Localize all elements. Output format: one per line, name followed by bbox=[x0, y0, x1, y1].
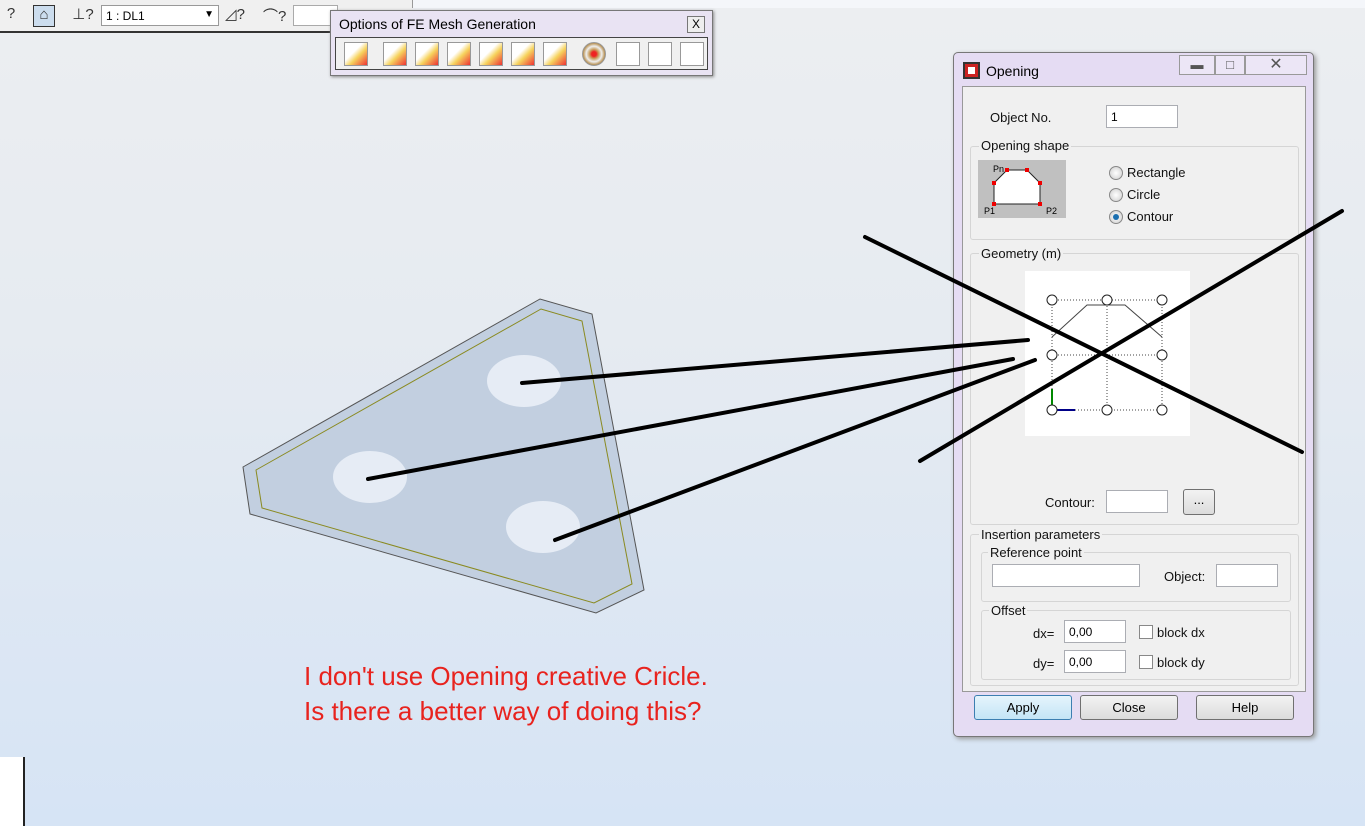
grid-select-3-icon[interactable] bbox=[680, 42, 704, 66]
dy-input[interactable]: 0,00 bbox=[1064, 650, 1126, 673]
dialog-panel: Object No. 1 Opening shape Pn P1 P2 Rect… bbox=[962, 86, 1306, 692]
circular-hole bbox=[333, 451, 407, 503]
unlock-mesh-icon[interactable] bbox=[479, 42, 503, 66]
rectangle-label: Rectangle bbox=[1127, 165, 1186, 180]
dx-label: dx= bbox=[1033, 626, 1055, 641]
annotation-line-2: Is there a better way of doing this? bbox=[304, 696, 702, 726]
mesh-color-icon[interactable] bbox=[383, 42, 407, 66]
contour-field-label: Contour: bbox=[1045, 495, 1095, 510]
delete-mesh-icon[interactable] bbox=[543, 42, 567, 66]
refine-mesh-icon[interactable] bbox=[511, 42, 535, 66]
reference-label: Reference point bbox=[988, 545, 1084, 560]
side-panel-stub bbox=[0, 757, 24, 826]
contour-radio[interactable] bbox=[1109, 210, 1123, 224]
pn-label: Pn bbox=[993, 164, 1005, 174]
object-label: Object: bbox=[1164, 569, 1206, 584]
minimize-button[interactable]: ▬ bbox=[1179, 55, 1215, 75]
dy-label: dy= bbox=[1033, 656, 1055, 671]
object-no-input[interactable]: 1 bbox=[1106, 105, 1178, 128]
fe-mesh-toolbar: Options of FE Mesh Generation X bbox=[330, 10, 713, 76]
close-button[interactable]: Close bbox=[1080, 695, 1178, 720]
fe-toolbar-buttons bbox=[335, 37, 708, 70]
opening-shape-label: Opening shape bbox=[979, 138, 1072, 153]
grid-select-2-icon[interactable] bbox=[648, 42, 672, 66]
p2-label: P2 bbox=[1046, 206, 1058, 216]
p1-label: P1 bbox=[984, 206, 996, 216]
insertion-label: Insertion parameters bbox=[979, 527, 1103, 542]
object-no-label: Object No. bbox=[990, 110, 1052, 125]
circular-hole bbox=[506, 501, 580, 553]
opening-dialog: Opening ▬ □ ✕ Object No. 1 Opening shape… bbox=[953, 52, 1314, 737]
geometry-preview bbox=[1025, 271, 1190, 436]
maximize-button[interactable]: □ bbox=[1215, 55, 1245, 75]
block-dx-label: block dx bbox=[1157, 625, 1205, 640]
plate bbox=[242, 298, 645, 614]
apply-button[interactable]: Apply bbox=[974, 695, 1072, 720]
target-icon[interactable] bbox=[582, 42, 606, 66]
lock-mesh-icon[interactable] bbox=[447, 42, 471, 66]
circular-hole bbox=[487, 355, 561, 407]
geometry-label: Geometry (m) bbox=[979, 246, 1064, 261]
circle-label: Circle bbox=[1127, 187, 1161, 202]
circle-radio[interactable] bbox=[1109, 188, 1123, 202]
grid-select-1-icon[interactable] bbox=[616, 42, 640, 66]
dialog-title: Opening bbox=[986, 63, 1039, 79]
generate-mesh-icon[interactable] bbox=[344, 42, 368, 66]
offset-group bbox=[981, 610, 1291, 680]
fe-toolbar-title: Options of FE Mesh Generation bbox=[339, 16, 536, 32]
contour-shape-preview: Pn P1 P2 bbox=[978, 160, 1066, 218]
contour-browse-button[interactable]: ... bbox=[1183, 489, 1215, 515]
contour-label: Contour bbox=[1127, 209, 1174, 224]
close-button[interactable]: X bbox=[687, 16, 705, 33]
block-dx-checkbox[interactable] bbox=[1139, 625, 1153, 639]
annotation-line-1: I don't use Opening creative Cricle. bbox=[304, 661, 708, 691]
help-button[interactable]: Help bbox=[1196, 695, 1294, 720]
block-dy-label: block dy bbox=[1157, 655, 1205, 670]
offset-label: Offset bbox=[989, 603, 1028, 618]
mesh-grid-icon[interactable] bbox=[415, 42, 439, 66]
block-dy-checkbox[interactable] bbox=[1139, 655, 1153, 669]
contour-input[interactable] bbox=[1106, 490, 1168, 513]
opening-icon bbox=[963, 62, 980, 79]
object-input[interactable] bbox=[1216, 564, 1278, 587]
reference-point-input[interactable] bbox=[992, 564, 1140, 587]
side-panel-border bbox=[23, 757, 25, 826]
close-window-button[interactable]: ✕ bbox=[1245, 55, 1307, 75]
rectangle-radio[interactable] bbox=[1109, 166, 1123, 180]
dx-input[interactable]: 0,00 bbox=[1064, 620, 1126, 643]
annotation-note: I don't use Opening creative Cricle. Is … bbox=[304, 659, 708, 729]
